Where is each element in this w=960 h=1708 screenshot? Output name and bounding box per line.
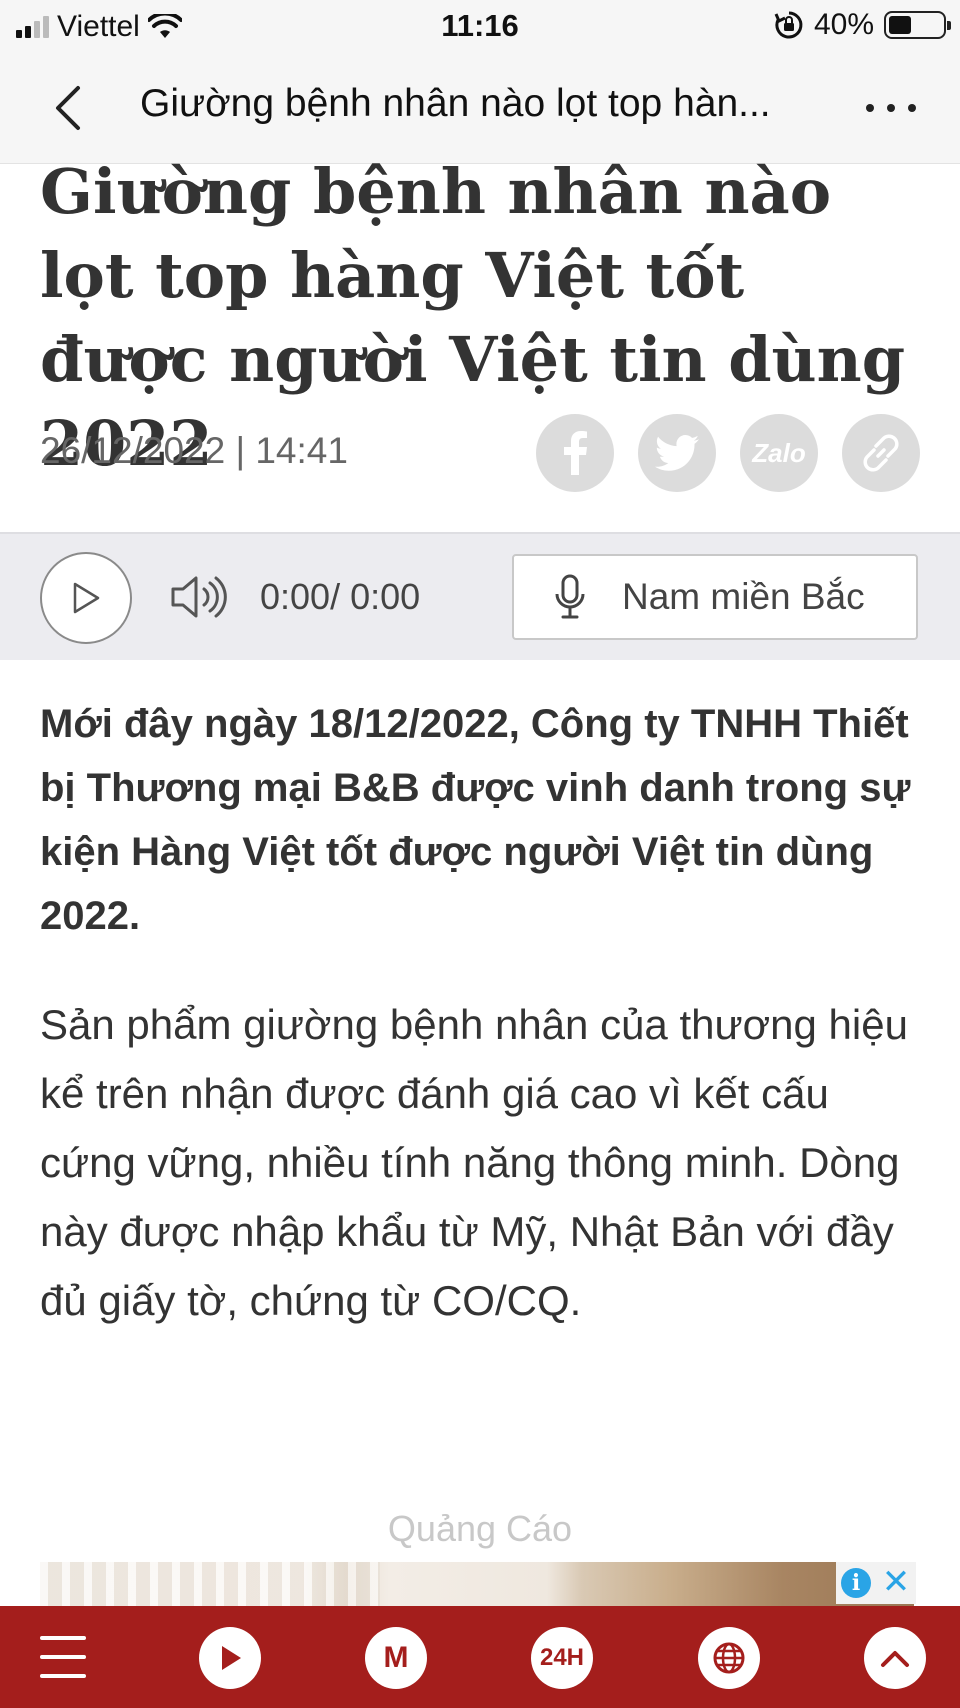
- more-options-icon[interactable]: [866, 88, 916, 128]
- ad-label: Quảng Cáo: [387, 1508, 573, 1549]
- link-icon: [863, 434, 899, 472]
- article-paragraph: Sản phẩm giường bệnh nhân của thương hiệ…: [40, 1001, 908, 1324]
- volume-icon[interactable]: [170, 574, 228, 620]
- zalo-share-button[interactable]: Zalo: [740, 414, 818, 492]
- m-button[interactable]: M: [365, 1627, 427, 1689]
- share-buttons: Zalo: [536, 414, 920, 492]
- back-arrow-icon[interactable]: [44, 82, 96, 134]
- ad-close-icon[interactable]: ✕: [881, 1565, 911, 1599]
- twitter-share-button[interactable]: [638, 414, 716, 492]
- hamburger-menu-icon[interactable]: [40, 1636, 86, 1678]
- facebook-share-button[interactable]: [536, 414, 614, 492]
- 24h-button[interactable]: 24H: [531, 1627, 593, 1689]
- voice-label: Nam miền Bắc: [622, 576, 865, 617]
- play-icon: [73, 582, 100, 614]
- bottom-toolbar: M 24H: [0, 1606, 960, 1708]
- battery-percent: 40%: [813, 8, 874, 41]
- twitter-icon: [655, 435, 699, 471]
- ad-info-icon[interactable]: i: [841, 1568, 871, 1598]
- battery-icon: [884, 11, 951, 39]
- article-date: 26/12/2022 | 14:41: [40, 430, 348, 471]
- audio-play-button[interactable]: [40, 552, 132, 644]
- zalo-icon: Zalo: [752, 437, 806, 468]
- page-title: Giường bệnh nhân nào lọt top hàn...: [140, 82, 771, 125]
- status-right: 40%: [774, 8, 951, 42]
- ad-controls: i ✕: [836, 1562, 916, 1604]
- copy-link-button[interactable]: [842, 414, 920, 492]
- audio-player: 0:00/ 0:00 Nam miền Bắc: [0, 532, 960, 660]
- article-lead: Mới đây ngày 18/12/2022, Công ty TNHH Th…: [40, 702, 911, 938]
- voice-selector[interactable]: Nam miền Bắc: [512, 554, 918, 640]
- globe-button[interactable]: [698, 1627, 760, 1689]
- audio-time: 0:00/ 0:00: [260, 576, 421, 617]
- navigation-bar: Giường bệnh nhân nào lọt top hàn...: [0, 52, 960, 164]
- rotation-lock-icon: [774, 11, 803, 39]
- ad-banner[interactable]: [40, 1562, 914, 1612]
- play-icon: [222, 1646, 241, 1670]
- globe-icon: [713, 1642, 745, 1674]
- facebook-icon: [564, 431, 587, 475]
- video-play-button[interactable]: [199, 1627, 261, 1689]
- microphone-icon: [555, 574, 585, 619]
- chevron-up-icon: [881, 1651, 909, 1667]
- status-bar: Viettel 11:16 40%: [0, 0, 960, 52]
- scroll-top-button[interactable]: [864, 1627, 926, 1689]
